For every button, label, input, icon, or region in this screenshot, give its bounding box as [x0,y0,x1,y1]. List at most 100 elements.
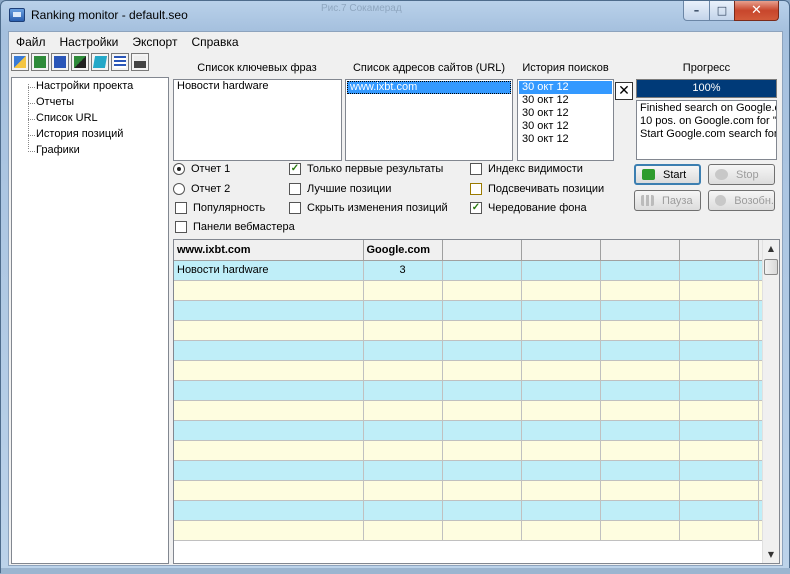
table-cell[interactable] [174,440,364,461]
table-cell[interactable] [363,520,443,541]
table-row[interactable]: Новости hardware 3 [174,260,766,281]
table-cell[interactable] [600,360,680,381]
visibility-index-checkbox[interactable]: Индекс видимости [470,163,583,175]
table-cell[interactable] [363,480,443,501]
table-row[interactable] [174,360,766,381]
column-header[interactable] [442,240,522,261]
table-cell[interactable] [521,520,601,541]
webmaster-checkbox[interactable]: Панели вебмастера [175,221,295,233]
column-header[interactable] [521,240,601,261]
report1-radio[interactable]: Отчет 1 [173,163,230,175]
table-cell[interactable] [679,420,759,441]
tree-item-reports[interactable]: Отчеты [24,96,74,108]
table-cell[interactable] [600,320,680,341]
resume-button[interactable]: Возобн. [708,190,775,211]
table-cell[interactable] [679,340,759,361]
menu-export[interactable]: Экспорт [125,32,184,51]
table-cell[interactable] [600,440,680,461]
tree-item-position-history[interactable]: История позиций [24,128,123,140]
alternate-bg-checkbox[interactable]: ✓ Чередование фона [470,202,587,214]
table-cell[interactable] [363,280,443,301]
print-button[interactable] [131,53,149,71]
report-button[interactable] [111,53,129,71]
table-cell[interactable] [174,460,364,481]
table-cell[interactable] [521,340,601,361]
table-cell[interactable] [442,460,522,481]
export-button[interactable] [71,53,89,71]
table-cell[interactable] [679,520,759,541]
table-row[interactable] [174,400,766,421]
stop-button[interactable]: Stop [708,164,775,185]
history-item[interactable]: 30 окт 12 [519,107,612,120]
scroll-thumb[interactable] [764,259,778,275]
history-list[interactable]: 30 окт 12 30 окт 12 30 окт 12 30 окт 12 … [517,79,614,161]
first-results-checkbox[interactable]: ✓ Только первые результаты [289,163,443,175]
table-cell[interactable] [600,520,680,541]
menu-settings[interactable]: Настройки [53,32,126,51]
table-row[interactable] [174,520,766,541]
menu-file[interactable]: Файл [9,32,53,51]
table-cell[interactable] [521,280,601,301]
close-button[interactable]: ✕ [734,1,779,21]
column-header[interactable]: www.ixbt.com [174,240,364,261]
table-cell[interactable] [442,500,522,521]
table-cell[interactable] [600,260,680,281]
history-item[interactable]: 30 окт 12 [519,94,612,107]
word-button[interactable] [51,53,69,71]
title-bar[interactable]: Ranking monitor - default.seo Рис.7 Сока… [1,1,789,31]
table-cell[interactable] [679,460,759,481]
hide-changes-checkbox[interactable]: Скрыть изменения позиций [289,202,448,214]
table-cell[interactable] [442,420,522,441]
menu-help[interactable]: Справка [184,32,245,51]
table-cell[interactable] [363,300,443,321]
table-cell[interactable] [363,500,443,521]
table-cell[interactable] [442,360,522,381]
table-cell[interactable] [679,300,759,321]
table-cell[interactable] [679,400,759,421]
scroll-down-icon[interactable]: ▼ [763,546,779,563]
table-cell[interactable] [521,320,601,341]
column-header[interactable]: Google.com [363,240,443,261]
table-cell[interactable] [174,420,364,441]
table-cell[interactable] [679,360,759,381]
table-cell[interactable] [679,500,759,521]
table-row[interactable] [174,460,766,481]
table-cell[interactable] [521,380,601,401]
tree-item-url-list[interactable]: Список URL [24,112,98,124]
table-cell[interactable] [174,520,364,541]
table-cell[interactable] [600,280,680,301]
table-cell[interactable] [363,360,443,381]
table-cell[interactable] [442,280,522,301]
table-cell[interactable] [521,420,601,441]
column-header[interactable] [600,240,680,261]
table-row[interactable] [174,420,766,441]
table-row[interactable] [174,500,766,521]
keyword-item[interactable]: Новости hardware [174,80,341,93]
tree-item-project-settings[interactable]: Настройки проекта [24,80,133,92]
table-cell[interactable] [600,500,680,521]
scroll-up-icon[interactable]: ▲ [763,240,779,257]
table-cell[interactable] [363,400,443,421]
table-cell[interactable] [174,320,364,341]
results-grid[interactable]: www.ixbt.com Google.com Новости hardware… [173,239,780,564]
start-button[interactable]: Start [634,164,701,185]
table-cell[interactable] [174,400,364,421]
table-cell[interactable] [363,340,443,361]
table-cell[interactable] [600,460,680,481]
keywords-list[interactable]: Новости hardware [173,79,342,161]
report2-radio[interactable]: Отчет 2 [173,183,230,195]
table-cell[interactable] [679,480,759,501]
table-cell[interactable] [442,380,522,401]
table-cell[interactable] [679,320,759,341]
table-row[interactable] [174,300,766,321]
table-cell[interactable]: Новости hardware [174,260,364,281]
tree-item-charts[interactable]: Графики [24,144,80,156]
table-cell[interactable] [442,320,522,341]
table-cell[interactable] [442,440,522,461]
table-cell[interactable] [174,480,364,501]
table-cell[interactable]: 3 [363,260,443,281]
table-cell[interactable] [521,300,601,321]
table-cell[interactable] [363,420,443,441]
table-cell[interactable] [174,280,364,301]
table-cell[interactable] [679,260,759,281]
